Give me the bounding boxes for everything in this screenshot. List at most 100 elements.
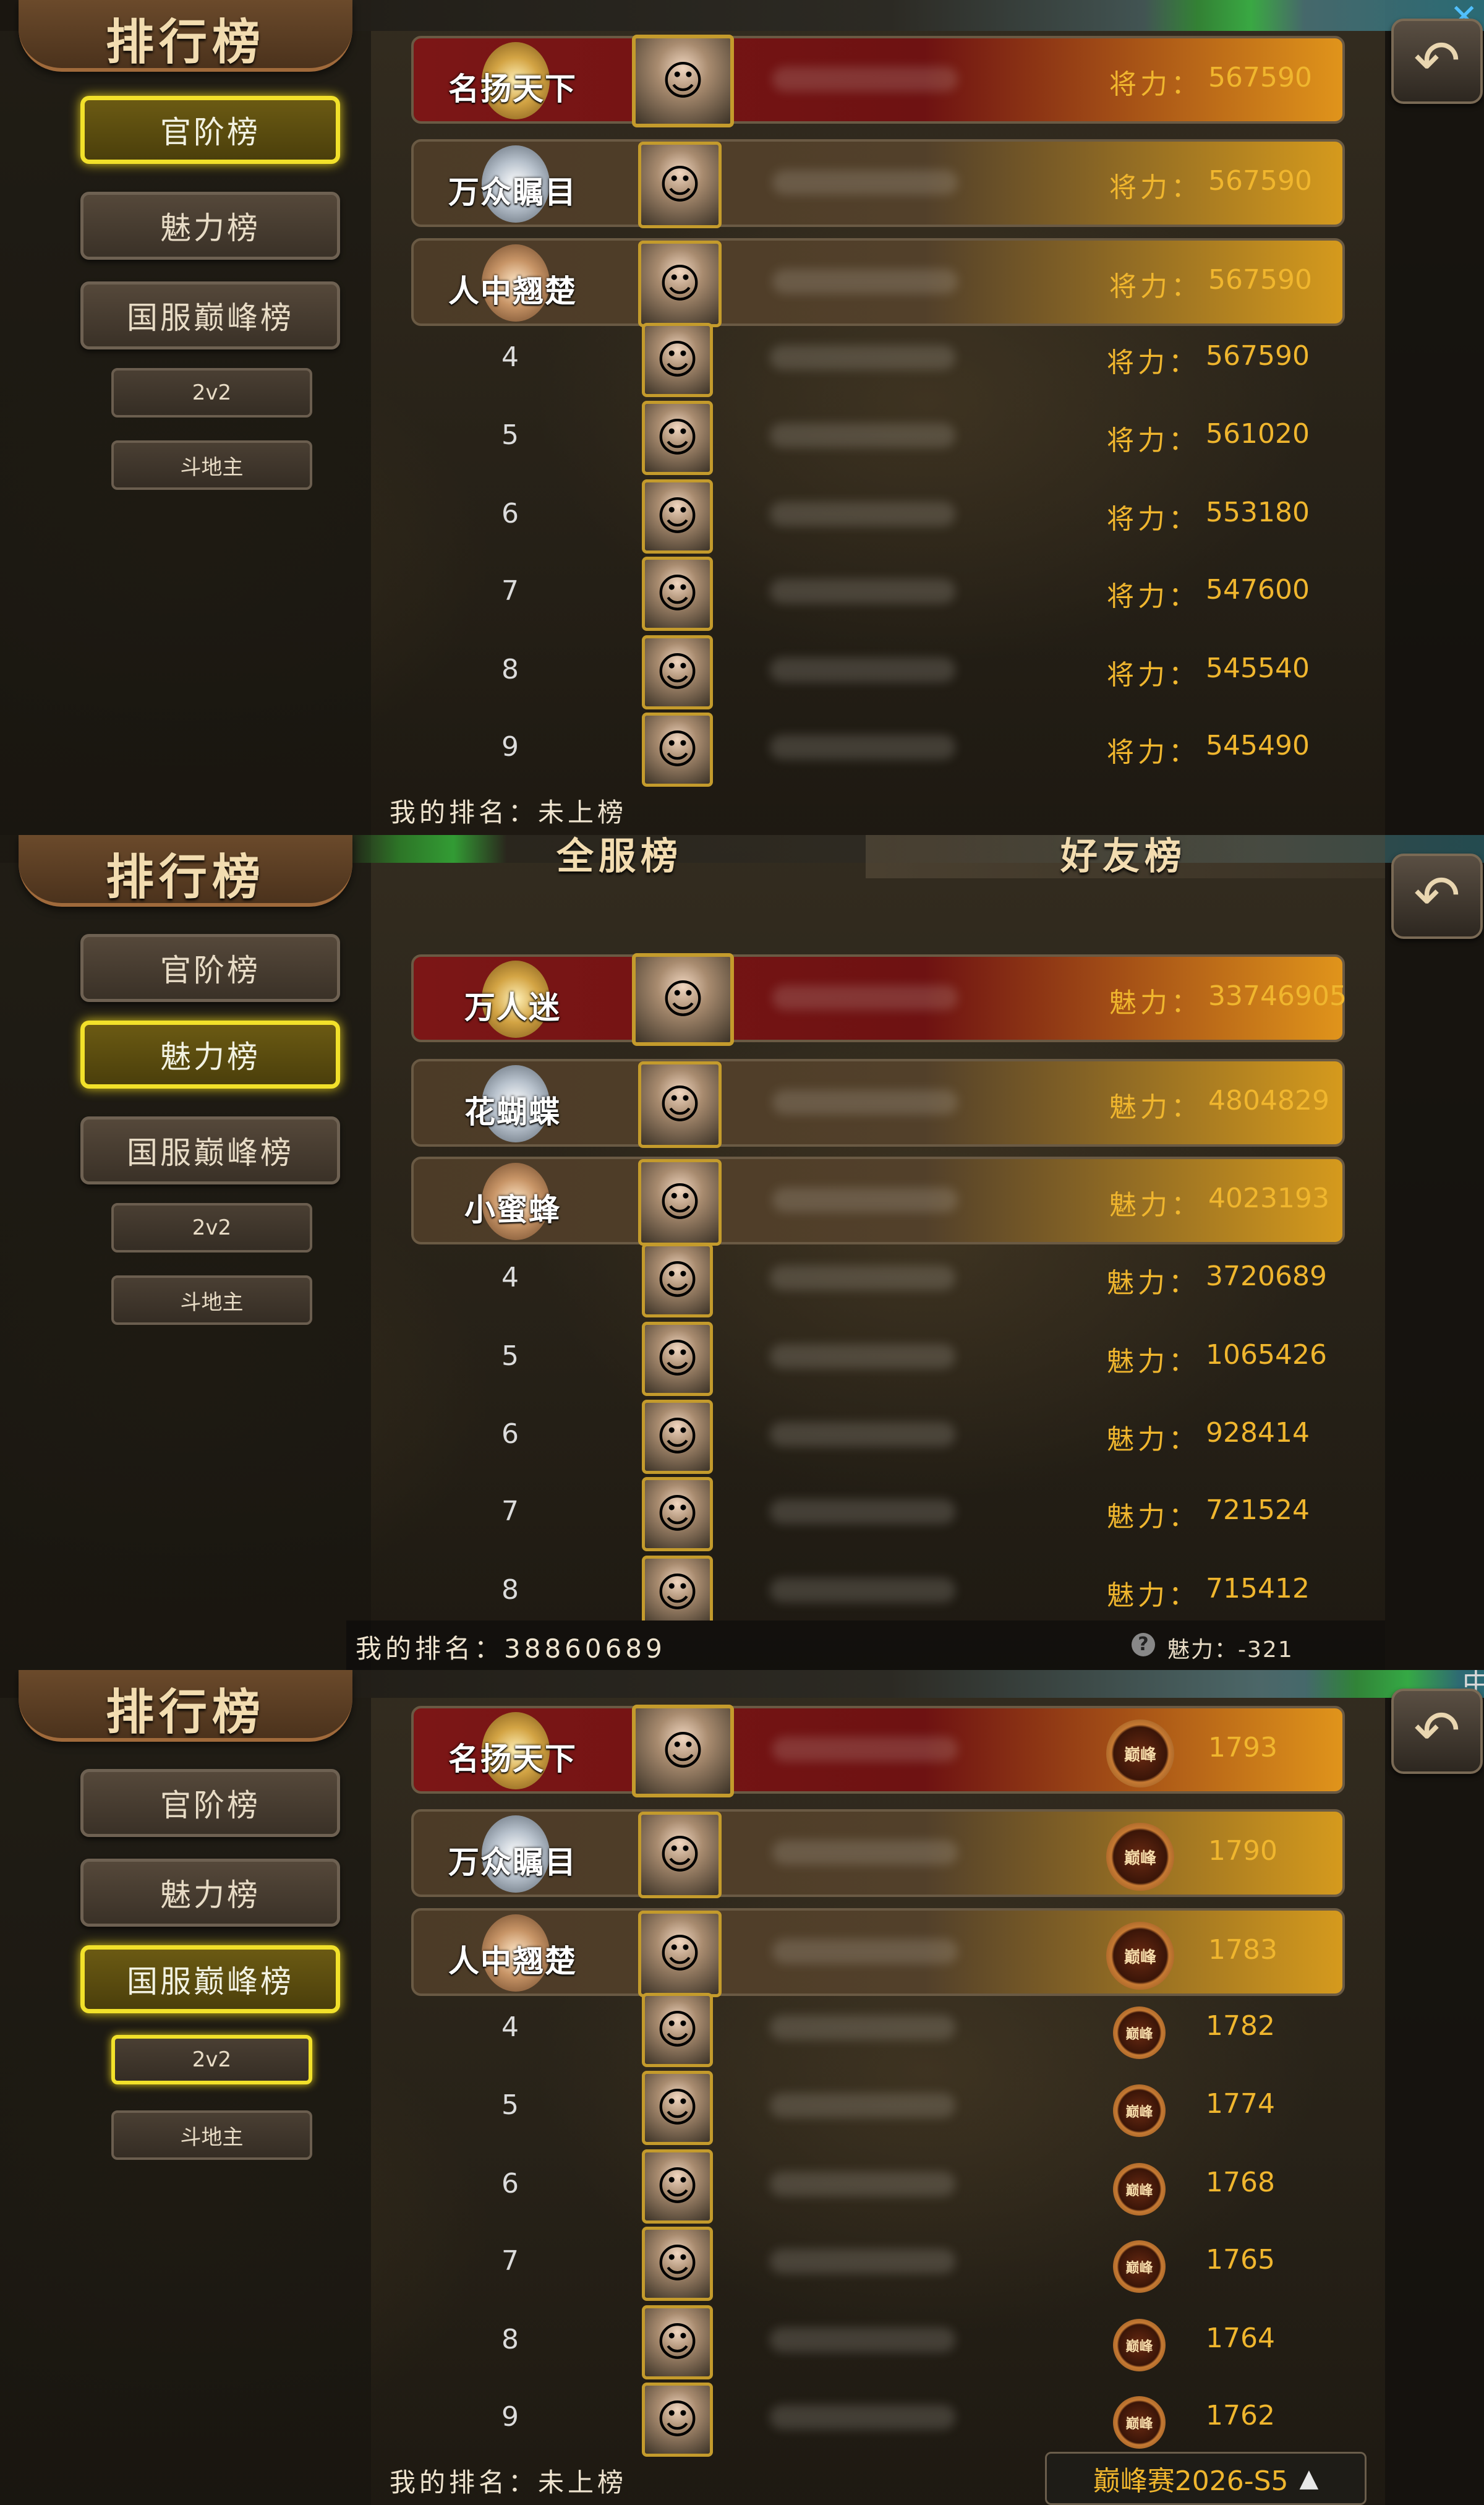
table-row[interactable]: 花蝴蝶 ☺ 魅力： 4804829 — [411, 1059, 1345, 1148]
avatar[interactable]: ☺ — [642, 1477, 713, 1551]
season-selector[interactable]: 巅峰赛2026-S5 ▲ — [1045, 2452, 1367, 2505]
rank-title-label: 花蝴蝶 — [464, 1094, 561, 1130]
avatar[interactable]: ☺ — [638, 142, 722, 228]
player-name-blurred — [770, 2172, 955, 2196]
nav-button-charm[interactable]: 魅力榜 — [80, 192, 340, 260]
table-row[interactable]: 6 ☺ 巅峰 1768 — [411, 2143, 1345, 2231]
avatar[interactable]: ☺ — [642, 323, 713, 397]
table-row[interactable]: 8 ☺ 将力： 545540 — [411, 629, 1345, 717]
my-charm-value: -321 — [1238, 1637, 1294, 1663]
nav-button-peak[interactable]: 国服巅峰榜 — [80, 281, 340, 349]
peak-score: 1793 — [1208, 1732, 1277, 1763]
rank-title-label: 名扬天下 — [448, 71, 577, 107]
table-row[interactable]: 名扬天下 ☺ 将力： 567590 — [411, 35, 1345, 127]
my-rank-label: 我的排名： — [390, 797, 539, 828]
back-button[interactable]: ↶ — [1391, 1689, 1483, 1774]
avatar[interactable]: ☺ — [642, 1556, 713, 1621]
avatar[interactable]: ☺ — [638, 241, 722, 327]
table-row[interactable]: 名扬天下 ☺ 巅峰 1793 — [411, 1705, 1345, 1797]
avatar[interactable]: ☺ — [632, 953, 734, 1046]
avatar[interactable]: ☺ — [638, 1159, 722, 1246]
avatar[interactable]: ☺ — [642, 2149, 713, 2224]
tab-friends[interactable]: 好友榜 — [1060, 835, 1187, 878]
stat-label: 魅力： — [1107, 1267, 1200, 1299]
avatar[interactable]: ☺ — [642, 2071, 713, 2145]
avatar[interactable]: ☺ — [638, 1911, 722, 1997]
sub-nav-button-2v2[interactable]: 2v2 — [111, 1203, 312, 1252]
player-name-blurred — [770, 579, 955, 604]
table-row[interactable]: 人中翘楚 ☺ 将力： 567590 — [411, 238, 1345, 327]
table-row[interactable]: 7 ☺ 将力： 547600 — [411, 550, 1345, 638]
player-name-blurred — [772, 67, 958, 92]
sub-nav-button-2v2[interactable]: 2v2 — [111, 368, 312, 417]
avatar[interactable]: ☺ — [642, 1322, 713, 1396]
stat-label: 将力： — [1107, 503, 1200, 535]
back-button[interactable]: ↶ — [1391, 19, 1483, 104]
table-row[interactable]: 9 ☺ 巅峰 1762 — [411, 2376, 1345, 2464]
avatar[interactable]: ☺ — [642, 2305, 713, 2379]
sub-nav-button-doudizhu[interactable]: 斗地主 — [111, 2110, 312, 2160]
table-row[interactable]: 7 ☺ 巅峰 1765 — [411, 2220, 1345, 2308]
tab-server[interactable]: 全服榜 — [556, 835, 683, 878]
nav-button-rank[interactable]: 官阶榜 — [80, 1769, 340, 1837]
page-title: 排行榜 — [105, 1685, 265, 1741]
player-name-blurred — [770, 1422, 955, 1447]
peak-emblem-icon: 巅峰 — [1113, 2396, 1166, 2449]
avatar[interactable]: ☺ — [642, 557, 713, 631]
table-row[interactable]: 5 ☺ 巅峰 1774 — [411, 2065, 1345, 2152]
table-row[interactable]: 4 ☺ 巅峰 1782 — [411, 1987, 1345, 2075]
player-name-blurred — [772, 1737, 958, 1762]
table-row[interactable]: 5 ☺ 魅力： 1065426 — [411, 1316, 1345, 1403]
avatar[interactable]: ☺ — [638, 1812, 722, 1898]
table-row[interactable]: 4 ☺ 将力： 567590 — [411, 317, 1345, 405]
stat-label: 魅力： — [1107, 1580, 1200, 1611]
sub-nav-button-2v2[interactable]: 2v2 — [111, 2035, 312, 2084]
peak-emblem-icon: 巅峰 — [1113, 2319, 1166, 2371]
back-button[interactable]: ↶ — [1391, 854, 1483, 939]
rank-badge-1: 万人迷 — [445, 961, 581, 1038]
stat-value: 545490 — [1206, 730, 1310, 761]
table-row[interactable]: 9 ☺ 将力： 545490 — [411, 706, 1345, 794]
help-icon[interactable]: ? — [1132, 1633, 1155, 1656]
sub-nav-button-doudizhu[interactable]: 斗地主 — [111, 1275, 312, 1325]
avatar[interactable]: ☺ — [642, 713, 713, 787]
table-row[interactable]: 万人迷 ☺ 魅力： 33746905 — [411, 953, 1347, 1046]
avatar[interactable]: ☺ — [642, 1400, 713, 1474]
rank-number: 7 — [501, 575, 519, 607]
nav-button-rank[interactable]: 官阶榜 — [80, 96, 340, 164]
table-row[interactable]: 人中翘楚 ☺ 巅峰 1783 — [411, 1908, 1345, 1997]
avatar[interactable]: ☺ — [642, 635, 713, 709]
stat-value: 3720689 — [1206, 1261, 1327, 1292]
avatar[interactable]: ☺ — [642, 2227, 713, 2301]
nav-button-peak[interactable]: 国服巅峰榜 — [80, 1116, 340, 1184]
table-row[interactable]: 5 ☺ 将力： 561020 — [411, 395, 1345, 482]
avatar[interactable]: ☺ — [642, 479, 713, 554]
table-row[interactable]: 小蜜蜂 ☺ 魅力： 4023193 — [411, 1157, 1345, 1246]
table-row[interactable]: 6 ☺ 魅力： 928414 — [411, 1394, 1345, 1481]
page-title: 排行榜 — [105, 15, 265, 71]
avatar[interactable]: ☺ — [638, 1061, 722, 1148]
table-row[interactable]: 6 ☺ 将力： 553180 — [411, 473, 1345, 561]
nav-button-charm[interactable]: 魅力榜 — [80, 1021, 340, 1089]
table-row[interactable]: 7 ☺ 魅力： 721524 — [411, 1471, 1345, 1559]
table-row[interactable]: 万众瞩目 ☺ 将力： 567590 — [411, 139, 1345, 228]
table-row[interactable]: 万众瞩目 ☺ 巅峰 1790 — [411, 1809, 1345, 1898]
peak-emblem-icon: 巅峰 — [1106, 1823, 1174, 1891]
rank-title-label: 万众瞩目 — [448, 174, 577, 210]
stat-value: 567590 — [1208, 165, 1312, 197]
avatar[interactable]: ☺ — [642, 401, 713, 475]
table-row[interactable]: 8 ☺ 巅峰 1764 — [411, 2299, 1345, 2387]
player-name-blurred — [770, 657, 955, 682]
table-row[interactable]: 4 ☺ 魅力： 3720689 — [411, 1237, 1345, 1325]
avatar[interactable]: ☺ — [642, 1993, 713, 2067]
nav-button-rank[interactable]: 官阶榜 — [80, 934, 340, 1002]
rank-number: 7 — [501, 2245, 519, 2277]
sub-nav-button-doudizhu[interactable]: 斗地主 — [111, 440, 312, 490]
table-row[interactable]: 8 ☺ 魅力： 715412 — [411, 1549, 1345, 1621]
nav-button-charm[interactable]: 魅力榜 — [80, 1859, 340, 1927]
avatar[interactable]: ☺ — [632, 35, 734, 127]
avatar[interactable]: ☺ — [642, 1243, 713, 1317]
avatar[interactable]: ☺ — [632, 1705, 734, 1797]
avatar[interactable]: ☺ — [642, 2383, 713, 2457]
nav-button-peak[interactable]: 国服巅峰榜 — [80, 1945, 340, 2013]
